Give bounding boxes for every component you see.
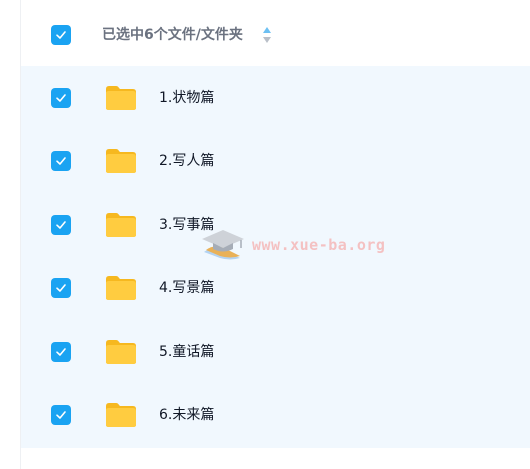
folder-icon bbox=[106, 149, 136, 173]
select-all-checkbox[interactable] bbox=[51, 25, 71, 45]
row-checkbox[interactable] bbox=[51, 278, 71, 298]
check-icon bbox=[56, 221, 66, 229]
file-row[interactable]: 5.童话篇 bbox=[21, 320, 530, 383]
watermark: www.xue-ba.org bbox=[200, 228, 385, 262]
row-checkbox[interactable] bbox=[51, 342, 71, 362]
row-checkbox[interactable] bbox=[51, 151, 71, 171]
folder-icon bbox=[106, 403, 136, 427]
row-checkbox[interactable] bbox=[51, 405, 71, 425]
file-row[interactable]: 1.状物篇 bbox=[21, 66, 530, 129]
check-icon bbox=[56, 284, 66, 292]
folder-icon bbox=[106, 276, 136, 300]
folder-icon bbox=[106, 213, 136, 237]
graduation-cap-icon bbox=[202, 230, 244, 260]
check-icon bbox=[56, 411, 66, 419]
file-name[interactable]: 5.童话篇 bbox=[159, 341, 214, 363]
file-row[interactable]: 4.写景篇 bbox=[21, 256, 530, 319]
file-list-header: 已选中6个文件/文件夹 bbox=[21, 0, 530, 66]
watermark-text: www.xue-ba.org bbox=[252, 236, 386, 254]
folder-icon bbox=[106, 340, 136, 364]
file-row[interactable]: 6.未来篇 bbox=[21, 383, 530, 446]
check-icon bbox=[56, 94, 66, 102]
sort-up-down-icon[interactable] bbox=[262, 26, 272, 44]
file-name[interactable]: 6.未来篇 bbox=[159, 404, 214, 426]
check-icon bbox=[56, 31, 66, 39]
check-icon bbox=[56, 348, 66, 356]
folder-icon bbox=[106, 86, 136, 110]
file-name[interactable]: 4.写景篇 bbox=[159, 277, 214, 299]
row-checkbox[interactable] bbox=[51, 215, 71, 235]
row-checkbox[interactable] bbox=[51, 88, 71, 108]
check-icon bbox=[56, 157, 66, 165]
selection-count-label: 已选中6个文件/文件夹 bbox=[102, 27, 243, 43]
file-name[interactable]: 2.写人篇 bbox=[159, 150, 214, 172]
file-name[interactable]: 1.状物篇 bbox=[159, 87, 214, 109]
file-row[interactable]: 2.写人篇 bbox=[21, 129, 530, 192]
